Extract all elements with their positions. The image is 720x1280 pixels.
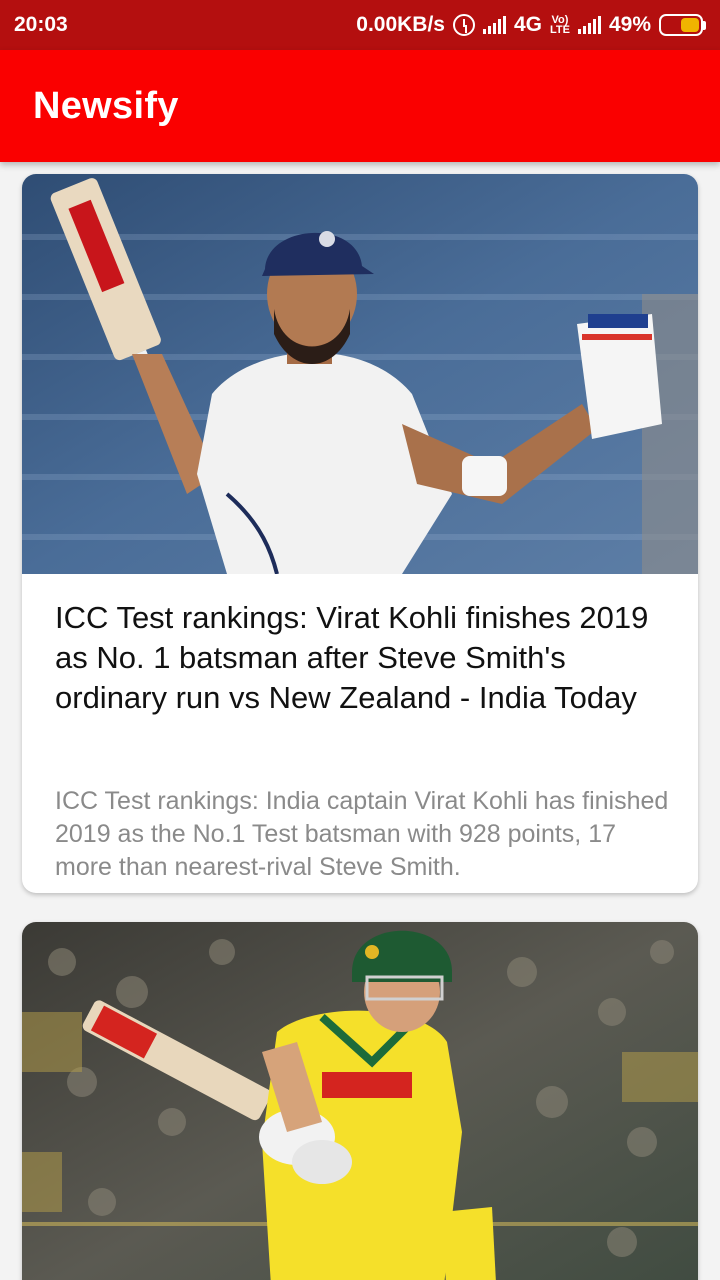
article-headline[interactable]: ICC Test rankings: Virat Kohli finishes … — [55, 598, 665, 718]
app-title: Newsify — [33, 84, 179, 127]
status-bar: 20:03 0.00KB/s 4G Vo) LTE 49% — [0, 0, 720, 50]
alarm-icon — [452, 14, 475, 36]
app-bar: Newsify — [0, 50, 720, 162]
article-image — [22, 174, 698, 574]
battery-icon — [659, 14, 706, 36]
battery-percent: 49% — [608, 13, 651, 36]
article-image — [22, 922, 698, 1280]
news-card[interactable] — [22, 922, 698, 1280]
status-time: 20:03 — [14, 13, 68, 36]
signal-icon — [482, 16, 506, 34]
article-description: ICC Test rankings: India captain Virat K… — [55, 787, 669, 881]
data-rate: 0.00KB/s — [356, 13, 445, 36]
cricketer-batting-yellow-kit-photo — [22, 922, 698, 1280]
network-type: 4G — [513, 13, 542, 36]
cricketer-raising-bat-photo — [22, 174, 698, 574]
news-card[interactable]: ICC Test rankings: Virat Kohli finishes … — [22, 174, 698, 893]
signal-icon-2 — [577, 16, 601, 34]
volte-icon: Vo) LTE — [550, 14, 570, 36]
